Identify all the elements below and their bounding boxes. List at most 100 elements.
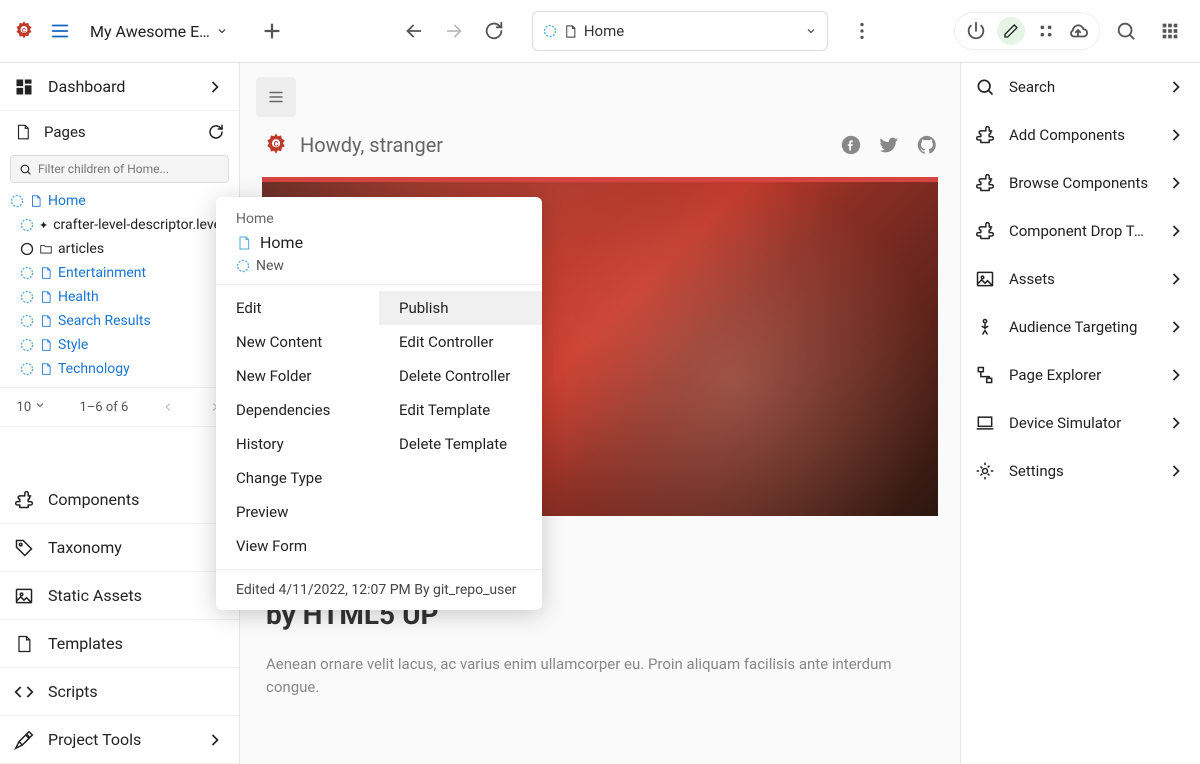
twitter-icon[interactable] [878,134,900,156]
dashboard-link[interactable]: Dashboard [0,63,239,111]
filter-box[interactable] [10,155,229,183]
publish-status-button[interactable] [1067,20,1089,42]
rp-page-explorer[interactable]: Page Explorer [961,351,1200,399]
tree-item-health[interactable]: Health [10,285,233,309]
more-options-button[interactable] [844,13,880,49]
power-button[interactable] [965,20,987,42]
tree-item-entertainment[interactable]: Entertainment [10,261,233,285]
ctx-publish[interactable]: Publish [379,291,542,325]
image-icon [14,586,34,606]
facebook-icon[interactable] [840,134,862,156]
pager-prev-button[interactable] [161,400,175,414]
ctx-new-content[interactable]: New Content [216,325,379,359]
scripts-section[interactable]: Scripts [0,668,239,716]
chevron-right-icon [205,77,225,97]
templates-section[interactable]: Templates [0,620,239,668]
rp-device-simulator[interactable]: Device Simulator [961,399,1200,447]
main-menu-button[interactable] [42,13,78,49]
address-bar[interactable]: Home [532,11,828,51]
tree-item-articles[interactable]: articles [10,237,233,261]
article-paragraph: Aenean ornare velit lacus, ac varius eni… [266,653,934,698]
status-icon [20,338,34,352]
page-icon [39,290,53,304]
tree-item-style[interactable]: Style [10,333,233,357]
top-toolbar: My Awesome E… Home [0,0,1200,63]
ctx-edit-controller[interactable]: Edit Controller [379,325,542,359]
status-icon [20,314,34,328]
apps-button[interactable] [1152,13,1188,49]
ctx-change-type[interactable]: Change Type [216,461,379,495]
components-section[interactable]: Components [0,476,239,524]
search-icon [19,163,32,176]
page-icon [39,362,53,376]
dashboard-label: Dashboard [48,77,125,96]
ctx-dependencies[interactable]: Dependencies [216,393,379,427]
preview-menu-button[interactable] [256,77,296,117]
page-icon [563,24,578,39]
address-label: Home [584,22,624,40]
context-menu: Home Home New Edit New Content New Folde… [216,197,542,610]
tree-item-home[interactable]: Home [10,189,233,213]
project-tools-section[interactable]: Project Tools [0,716,239,764]
rp-audience-targeting[interactable]: Audience Targeting [961,303,1200,351]
nav-forward-button[interactable] [436,13,472,49]
ctx-delete-template[interactable]: Delete Template [379,427,542,461]
ctx-delete-controller[interactable]: Delete Controller [379,359,542,393]
tree-item-technology[interactable]: Technology [10,357,233,381]
status-icon [20,362,34,376]
person-icon [975,317,995,337]
chevron-down-icon [216,25,228,37]
static-assets-section[interactable]: Static Assets [0,572,239,620]
status-icon [10,194,24,208]
ctx-new-folder[interactable]: New Folder [216,359,379,393]
page-tree: Home ✦ crafter-level-descriptor.leve art… [0,189,239,387]
page-size-select[interactable]: 10 [17,399,47,415]
nav-reload-button[interactable] [476,13,512,49]
ctx-title: Home [236,233,522,252]
site-switcher[interactable]: My Awesome E… [84,22,234,41]
rp-add-components[interactable]: Add Components [961,111,1200,159]
page-icon [39,338,53,352]
create-button[interactable] [254,13,290,49]
menu-icon [267,88,285,106]
chevron-right-icon [205,730,225,750]
page-icon [14,123,32,141]
ctx-status: New [236,258,522,274]
image-icon [975,269,995,289]
ctx-history[interactable]: History [216,427,379,461]
rp-assets[interactable]: Assets [961,255,1200,303]
tools-icon [14,730,34,750]
github-icon[interactable] [916,134,938,156]
filter-input[interactable] [38,162,220,176]
chevron-right-icon [1166,269,1186,289]
edit-mode-pill [954,12,1100,50]
tree-item-search-results[interactable]: Search Results [10,309,233,333]
widgets-button[interactable] [1035,20,1057,42]
refresh-button[interactable] [207,123,225,141]
right-toolbar [954,12,1188,50]
ctx-edit-template[interactable]: Edit Template [379,393,542,427]
ctx-preview[interactable]: Preview [216,495,379,529]
rp-settings[interactable]: Settings [961,447,1200,495]
page-icon [29,194,43,208]
edit-mode-button[interactable] [997,17,1025,45]
nav-back-button[interactable] [396,13,432,49]
status-icon [20,290,34,304]
chevron-down-icon [805,25,817,37]
right-sidebar: Search Add Components Browse Components … [960,63,1200,764]
tree-item-descriptor[interactable]: ✦ crafter-level-descriptor.leve [10,213,233,237]
ctx-view-form[interactable]: View Form [216,529,379,563]
rp-search[interactable]: Search [961,63,1200,111]
global-search-button[interactable] [1108,13,1144,49]
left-sidebar: Dashboard Pages Home ✦ crafter-level-des… [0,63,240,764]
gear-icon [975,461,995,481]
social-links [840,134,938,156]
chevron-right-icon [1166,173,1186,193]
app-logo-icon [12,19,36,43]
taxonomy-section[interactable]: Taxonomy [0,524,239,572]
rp-browse-components[interactable]: Browse Components [961,159,1200,207]
extension-icon [14,490,34,510]
ctx-edit[interactable]: Edit [216,291,379,325]
rp-component-drop-targets[interactable]: Component Drop Ta… [961,207,1200,255]
page-icon [236,235,252,251]
